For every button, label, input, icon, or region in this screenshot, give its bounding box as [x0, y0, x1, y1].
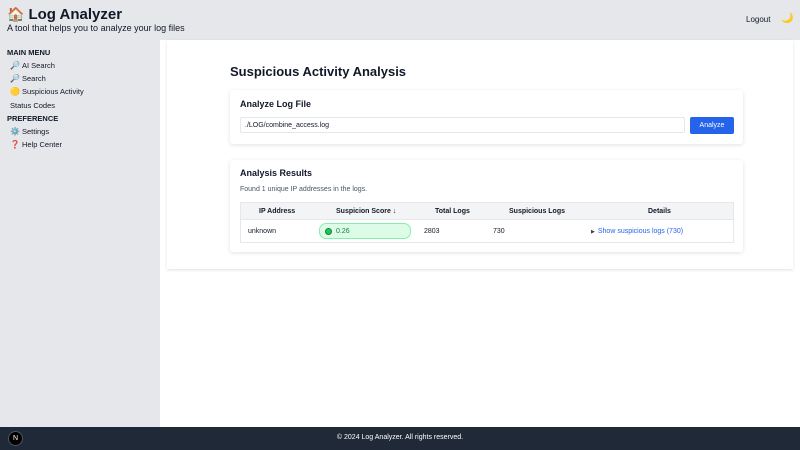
- score-value: 0.26: [336, 227, 350, 235]
- sidebar-item-label: Help Center: [22, 140, 63, 149]
- green-dot-icon: [325, 227, 332, 235]
- question-icon: ❓: [10, 140, 20, 149]
- sidebar-item-label: Search: [22, 74, 46, 83]
- column-header-score[interactable]: Suspicion Score ↓: [336, 208, 396, 215]
- magnifier-icon: 🔎: [10, 74, 20, 83]
- app-subtitle: A tool that helps you to analyze your lo…: [7, 23, 185, 33]
- main-menu-title: MAIN MENU: [7, 48, 51, 57]
- suspicious-logs-cell: 730: [493, 228, 505, 235]
- app-title: 🏠 Log Analyzer: [7, 6, 122, 23]
- sidebar-item-label: Settings: [22, 127, 50, 136]
- column-header-details: Details: [648, 208, 671, 215]
- sidebar-item-settings[interactable]: ⚙️ Settings: [10, 127, 49, 136]
- analyze-card: Analyze Log File ./LOG/combine_access.lo…: [230, 90, 743, 144]
- results-summary: Found 1 unique IP addresses in the logs.: [240, 186, 368, 193]
- preference-title: PREFERENCE: [7, 114, 59, 123]
- sidebar-item-help-center[interactable]: ❓ Help Center: [10, 140, 62, 149]
- sidebar-item-ai-search[interactable]: 🔎 AI Search: [10, 61, 55, 70]
- footer-copyright: © 2024 Log Analyzer. All rights reserved…: [336, 434, 464, 441]
- magnifier-icon: 🔎: [10, 61, 20, 70]
- show-suspicious-logs-link[interactable]: ▶ Show suspicious logs (730): [591, 228, 683, 236]
- ip-cell: unknown: [248, 228, 277, 235]
- suspicion-score-badge: 0.26: [319, 223, 411, 239]
- sidebar-item-label: Status Codes: [10, 101, 56, 110]
- footer: N © 2024 Log Analyzer. All rights reserv…: [0, 427, 800, 450]
- app-title-text: Log Analyzer: [28, 6, 123, 23]
- analyze-card-title: Analyze Log File: [240, 99, 312, 109]
- sidebar-item-suspicious-activity[interactable]: 🟡 Suspicious Activity: [10, 87, 84, 96]
- details-link-label: Show suspicious logs (730): [597, 228, 684, 235]
- results-card-title: Analysis Results: [240, 168, 313, 178]
- sidebar-item-label: Suspicious Activity: [22, 87, 84, 96]
- results-card: Analysis Results Found 1 unique IP addre…: [230, 160, 743, 252]
- gear-icon: ⚙️: [10, 127, 20, 136]
- table-header: IP Address Suspicion Score ↓ Total Logs …: [241, 203, 733, 220]
- column-header-ip[interactable]: IP Address: [259, 208, 295, 215]
- column-header-total-logs[interactable]: Total Logs: [435, 208, 470, 215]
- total-logs-cell: 2803: [424, 228, 440, 235]
- analyze-button[interactable]: Analyze: [690, 117, 734, 134]
- logout-button[interactable]: Logout: [746, 15, 770, 24]
- yellow-circle-icon: 🟡: [10, 87, 20, 96]
- sidebar: MAIN MENU 🔎 AI Search 🔎 Search 🟡 Suspici…: [0, 40, 160, 427]
- results-table: IP Address Suspicion Score ↓ Total Logs …: [240, 202, 734, 243]
- disclosure-triangle-icon: ▶: [591, 229, 595, 235]
- moon-icon[interactable]: 🌙: [781, 13, 793, 24]
- main-content: Suspicious Activity Analysis Analyze Log…: [160, 40, 800, 427]
- sidebar-item-status-codes[interactable]: Status Codes: [10, 101, 55, 110]
- sidebar-item-search[interactable]: 🔎 Search: [10, 74, 46, 83]
- column-header-suspicious-logs[interactable]: Suspicious Logs: [509, 208, 565, 215]
- page-title: Suspicious Activity Analysis: [230, 64, 407, 79]
- sidebar-item-label: AI Search: [22, 61, 55, 70]
- page-card: Suspicious Activity Analysis Analyze Log…: [167, 40, 793, 269]
- app-header: 🏠 Log Analyzer A tool that helps you to …: [0, 0, 800, 40]
- log-file-input[interactable]: ./LOG/combine_access.log: [240, 117, 685, 133]
- home-icon: 🏠: [7, 6, 25, 22]
